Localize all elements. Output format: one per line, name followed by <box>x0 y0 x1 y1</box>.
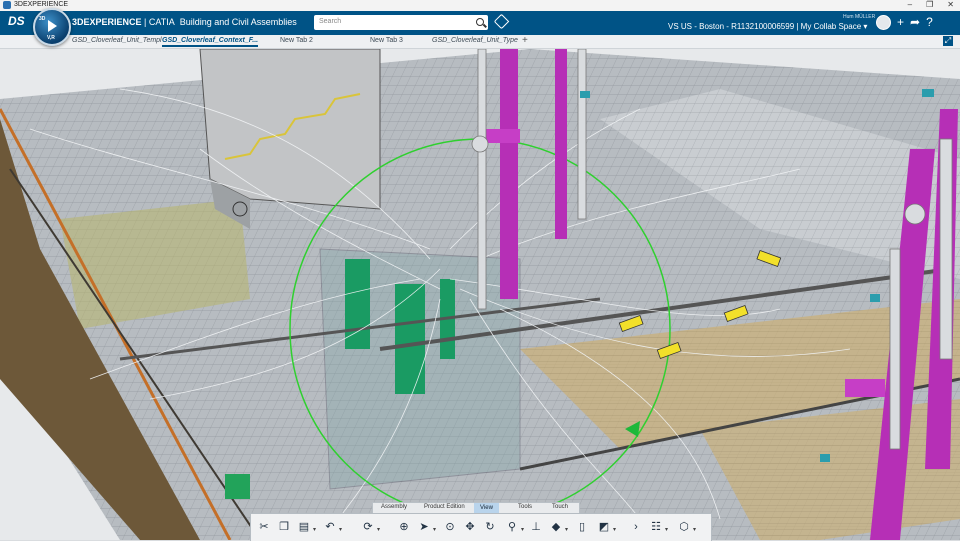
tab-unit-type[interactable]: GSD_Cloverleaf_Unit_Type <box>432 37 518 44</box>
minimize-icon[interactable]: – <box>908 0 912 10</box>
play-icon[interactable] <box>48 20 57 32</box>
tab-unit-template[interactable]: GSD_Cloverleaf_Unit_Templ <box>72 37 162 44</box>
tab-new-2[interactable]: New Tab 2 <box>280 37 313 44</box>
tab-tools[interactable]: Tools <box>518 504 532 510</box>
rotate-icon[interactable]: ↻ <box>483 520 497 534</box>
tab-new-3[interactable]: New Tab 3 <box>370 37 403 44</box>
app-icon <box>3 1 11 9</box>
cut-icon[interactable]: ✂ <box>257 520 271 534</box>
zoom-icon[interactable]: ⊕ <box>397 520 411 534</box>
document-tabs: GSD_Cloverleaf_Unit_Templ GSD_Cloverleaf… <box>0 35 960 49</box>
capture-icon[interactable]: ⬡ ▾ <box>677 520 696 534</box>
cube-view-icon[interactable]: ◩ ▾ <box>597 520 616 534</box>
avatar[interactable] <box>876 15 891 30</box>
equipment-green-4 <box>225 474 250 499</box>
cylinder-icon[interactable]: ▯ <box>575 520 589 534</box>
tab-assembly[interactable]: Assembly <box>381 504 407 510</box>
undo-icon[interactable]: ↶ ▾ <box>323 520 342 534</box>
top-bar: DS 3DEXPERIENCE | CATIA Building and Civ… <box>0 11 960 35</box>
render-style-icon[interactable]: ◆ ▾ <box>549 520 568 534</box>
search-icon[interactable] <box>476 18 484 26</box>
compass-top-label: 3D <box>39 16 46 22</box>
next-icon[interactable]: › <box>629 520 643 534</box>
share-icon[interactable]: ➦ <box>910 15 920 29</box>
window-controls: – ❐ ✕ <box>908 0 954 10</box>
tag-icon[interactable] <box>493 13 510 30</box>
tab-cloverleaf-context[interactable]: GSD_Cloverleaf_Context_F... <box>162 37 259 47</box>
select-icon[interactable]: ➤ ▾ <box>417 520 436 534</box>
help-icon[interactable]: ? <box>926 15 933 29</box>
equipment-green-1 <box>345 259 370 349</box>
update-icon[interactable]: ⟳ ▾ <box>361 520 380 534</box>
center-icon[interactable]: ⊙ <box>443 520 457 534</box>
search-placeholder: Search <box>319 18 342 25</box>
expand-icon[interactable]: ⤢ <box>943 36 953 46</box>
context-label: VS US - Boston - R1132100006599 | My Col… <box>668 22 862 31</box>
pan-icon[interactable]: ✥ <box>463 520 477 534</box>
add-tab-button[interactable]: + <box>522 35 528 46</box>
core-shaft <box>199 49 381 210</box>
brand: 3DEXPERIENCE | CATIA Building and Civil … <box>72 17 297 27</box>
brand-platform: 3DEXPERIENCE <box>72 17 142 27</box>
search-field[interactable]: Search <box>314 15 488 30</box>
compass-widget[interactable]: 3D V,R <box>33 8 71 46</box>
app-name: Building and Civil Assemblies <box>179 17 297 27</box>
paste-icon[interactable]: ▤ ▾ <box>297 520 316 534</box>
3d-viewport[interactable] <box>0 49 960 540</box>
tab-view[interactable]: View <box>474 503 499 513</box>
equipment-green-2 <box>395 284 425 394</box>
top-actions: + ➦ ? <box>897 15 933 29</box>
tab-product-edition[interactable]: Product Edition <box>424 504 465 510</box>
action-bar: ✂ ❐ ▤ ▾ ↶ ▾ ⟳ ▾ ⊕ ➤ ▾ ⊙ ✥ ↻ ⚲ ▾ ⊥ ◆ ▾ ▯ ◩ ▾ › ☷… <box>250 513 712 541</box>
brand-app: | CATIA <box>141 17 175 27</box>
close-icon[interactable]: ✕ <box>947 0 954 10</box>
compass-bottom-label: V,R <box>47 35 55 41</box>
normal-view-icon[interactable]: ⊥ <box>529 520 543 534</box>
copy-icon[interactable]: ❐ <box>277 520 291 534</box>
chevron-down-icon: ▾ <box>863 22 868 31</box>
collab-context[interactable]: VS US - Boston - R1132100006599 | My Col… <box>668 22 867 31</box>
ds-logo-icon[interactable]: DS <box>8 14 26 32</box>
tab-touch[interactable]: Touch <box>552 504 568 510</box>
building-model <box>0 49 960 540</box>
tree-icon[interactable]: ☷ ▾ <box>649 520 668 534</box>
window-title: 3DEXPERIENCE <box>14 1 69 8</box>
maximize-icon[interactable]: ❐ <box>926 0 933 10</box>
add-icon[interactable]: + <box>897 15 904 29</box>
user-name: Hum MÜLLER <box>843 14 876 20</box>
zoom-area-icon[interactable]: ⚲ ▾ <box>505 520 524 534</box>
